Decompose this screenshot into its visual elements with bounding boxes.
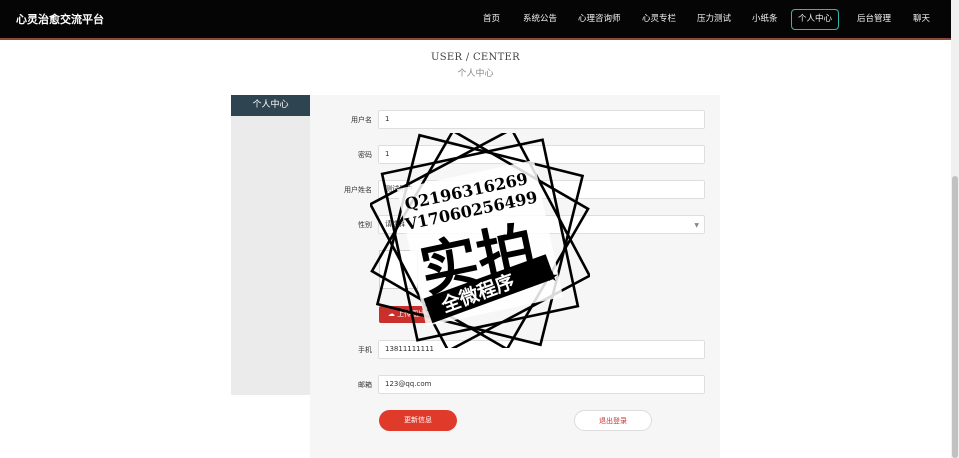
sidebar [231, 95, 310, 395]
gender-label: 性别 [358, 221, 372, 229]
gender-select-value: 请选择 [385, 220, 406, 228]
username-field[interactable]: 1 [378, 110, 705, 129]
nav-chat[interactable]: 聊天 [907, 9, 936, 30]
gender-select[interactable]: 请选择 ▼ [378, 215, 705, 234]
page-title-cn: 个人中心 [457, 69, 494, 79]
page-title-en: USER / CENTER [431, 52, 520, 63]
username-label: 用户名 [351, 116, 372, 124]
nav-user-center[interactable]: 个人中心 [791, 9, 840, 30]
upload-image-button[interactable]: ☁ 上传图片 [379, 306, 434, 323]
password-field[interactable]: 1 [378, 145, 705, 164]
site-brand[interactable]: 心灵治愈交流平台 [16, 11, 104, 27]
nav-column[interactable]: 心灵专栏 [636, 9, 682, 30]
upload-icon: ☁ [387, 310, 395, 318]
email-field[interactable]: 123@qq.com [378, 375, 705, 394]
upload-image-label: 上传图片 [397, 310, 426, 318]
chevron-down-icon: ▼ [694, 222, 699, 229]
logout-button[interactable]: 退出登录 [574, 410, 652, 431]
nav-announcements[interactable]: 系统公告 [517, 9, 563, 30]
scrollbar-thumb[interactable] [952, 176, 958, 458]
update-info-button[interactable]: 更新信息 [379, 410, 457, 431]
nav-admin[interactable]: 后台管理 [851, 9, 897, 30]
avatar-preview [379, 250, 418, 289]
nav-notes[interactable]: 小纸条 [746, 9, 784, 30]
sidebar-item-user-center[interactable]: 个人中心 [231, 95, 310, 116]
email-label: 邮箱 [358, 381, 372, 389]
top-navbar: 心灵治愈交流平台 首页 系统公告 心理咨询师 心灵专栏 压力测试 小纸条 个人中… [0, 0, 951, 40]
phone-label: 手机 [358, 346, 372, 354]
nav-stress-test[interactable]: 压力测试 [691, 9, 737, 30]
nav-home[interactable]: 首页 [477, 9, 506, 30]
phone-field[interactable]: 13811111111 [378, 340, 705, 359]
password-label: 密码 [358, 151, 372, 159]
page: 心灵治愈交流平台 首页 系统公告 心理咨询师 心灵专栏 压力测试 小纸条 个人中… [0, 0, 959, 458]
realname-label: 用户姓名 [344, 186, 372, 194]
nav-counselors[interactable]: 心理咨询师 [572, 9, 627, 30]
realname-field[interactable]: 测试用户 [378, 180, 705, 199]
